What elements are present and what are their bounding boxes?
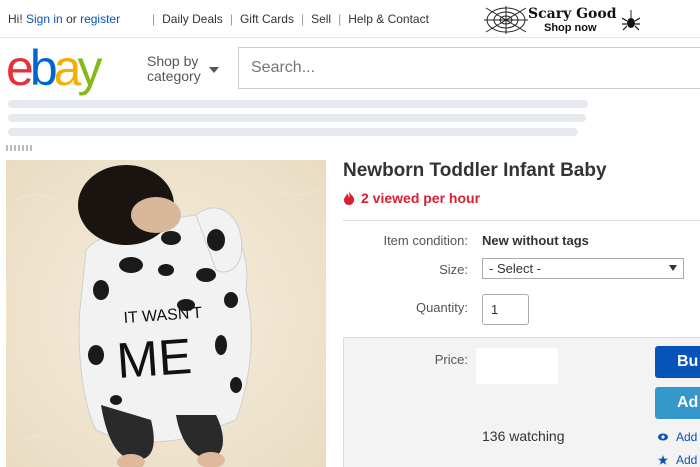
help-contact-link[interactable]: Help & Contact xyxy=(348,12,429,26)
or-text: or xyxy=(66,12,77,26)
add-to-cart-button[interactable]: Ad xyxy=(655,387,700,419)
chevron-down-icon xyxy=(669,265,677,271)
logo-letter-e: e xyxy=(6,40,34,96)
gallery-thumbnail-strip[interactable] xyxy=(6,145,32,151)
size-label: Size: xyxy=(439,262,468,277)
add-link-label: Add xyxy=(676,430,698,444)
size-selected-value: - Select - xyxy=(489,261,542,276)
onesie-text-bottom: ME xyxy=(115,328,194,389)
sign-in-link[interactable]: Sign in xyxy=(26,12,63,26)
greeting: Hi! Sign in or register xyxy=(8,12,120,26)
chevron-down-icon[interactable] xyxy=(209,67,219,73)
register-link[interactable]: register xyxy=(80,12,120,26)
separator: | xyxy=(338,12,342,26)
spider-icon xyxy=(622,10,640,31)
promo-title: Scary Good xyxy=(528,6,617,22)
add-to-watchlist-link[interactable]: Add xyxy=(658,430,697,444)
shop-by-label: Shop by xyxy=(147,53,199,69)
quantity-input[interactable]: 1 xyxy=(482,294,529,325)
shop-by-category-button[interactable]: Shop by category xyxy=(147,54,201,84)
greeting-prefix: Hi! xyxy=(8,12,23,26)
star-icon xyxy=(658,455,668,465)
ebay-logo[interactable]: ebay xyxy=(6,40,102,96)
condition-value: New without tags xyxy=(482,233,589,248)
product-image[interactable]: IT WASN'T ME xyxy=(6,160,326,467)
logo-letter-a: a xyxy=(53,40,82,96)
sell-link[interactable]: Sell xyxy=(311,12,331,26)
flame-icon xyxy=(344,191,355,205)
size-select[interactable]: - Select - xyxy=(482,258,684,279)
spiderweb-icon xyxy=(484,6,528,34)
logo-letter-y: y xyxy=(77,40,102,96)
promo-subtitle: Shop now xyxy=(544,22,597,34)
daily-deals-link[interactable]: Daily Deals xyxy=(162,12,223,26)
top-bar: Hi! Sign in or register | Daily Deals | … xyxy=(0,0,700,38)
watching-count: 136 watching xyxy=(482,428,565,444)
add-link-label: Add xyxy=(676,453,698,467)
search-input[interactable] xyxy=(238,47,700,89)
product-title: Newborn Toddler Infant Baby xyxy=(343,160,607,181)
top-links: | Daily Deals | Gift Cards | Sell | Help… xyxy=(145,12,429,26)
eye-icon xyxy=(658,433,668,441)
divider xyxy=(343,220,700,221)
price-value-redacted xyxy=(476,348,558,384)
add-to-collection-link[interactable]: Add xyxy=(658,453,697,467)
logo-letter-b: b xyxy=(29,40,58,96)
quantity-label: Quantity: xyxy=(415,300,468,315)
condition-label: Item condition: xyxy=(383,233,468,248)
views-text: 2 viewed per hour xyxy=(361,190,481,206)
site-header: ebay Shop by category xyxy=(0,38,700,98)
separator: | xyxy=(300,12,305,26)
halloween-promo-banner[interactable]: Scary Good Shop now xyxy=(484,4,640,36)
separator: | xyxy=(229,12,233,26)
separator: | xyxy=(152,12,156,26)
buy-it-now-button[interactable]: Bu xyxy=(655,346,700,378)
product-photo-drawing: IT WASN'T ME xyxy=(6,160,326,467)
price-label: Price: xyxy=(434,352,468,367)
breadcrumb-blurred xyxy=(0,98,700,148)
category-label: category xyxy=(147,68,201,84)
views-indicator: 2 viewed per hour xyxy=(343,190,480,206)
gift-cards-link[interactable]: Gift Cards xyxy=(240,12,294,26)
